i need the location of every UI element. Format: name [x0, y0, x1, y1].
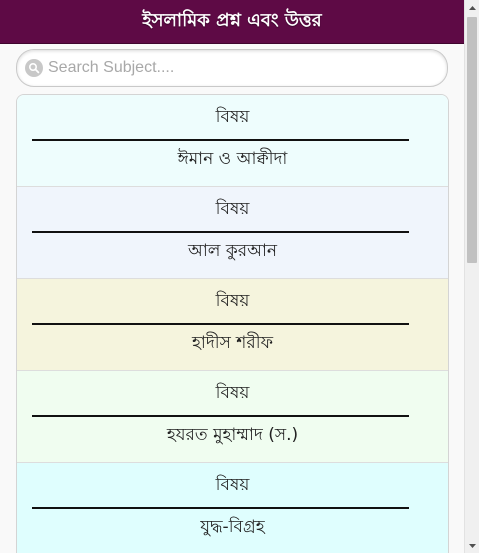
- app-root: ইসলামিক প্রশ্ন এবং উত্তর বিষয় ঈমান ও আক…: [0, 0, 479, 553]
- subject-card-4[interactable]: বিষয় হযরত মুহাম্মাদ (স.): [17, 371, 448, 463]
- subject-title: আল কুরআন: [187, 241, 278, 261]
- search-icon: [25, 59, 43, 77]
- subject-card-3[interactable]: বিষয় হাদীস শরীফ: [17, 279, 448, 371]
- subject-label: বিষয়: [215, 383, 250, 403]
- subject-list: বিষয় ঈমান ও আক্বীদা বিষয় আল কুরআন বিষয…: [16, 94, 449, 553]
- triangle-up-icon[interactable]: [465, 0, 479, 15]
- main-content: বিষয় ঈমান ও আক্বীদা বিষয় আল কুরআন বিষয…: [0, 44, 464, 553]
- search-bar[interactable]: [16, 49, 448, 87]
- subject-card-1[interactable]: বিষয় ঈমান ও আক্বীদা: [17, 95, 448, 187]
- subject-divider: [32, 231, 409, 233]
- scrollbar-thumb[interactable]: [467, 17, 477, 263]
- subject-card-2[interactable]: বিষয় আল কুরআন: [17, 187, 448, 279]
- subject-title: হাদীস শরীফ: [192, 333, 273, 353]
- subject-divider: [32, 415, 409, 417]
- subject-divider: [32, 507, 409, 509]
- subject-label: বিষয়: [215, 291, 250, 311]
- subject-title: ঈমান ও আক্বীদা: [177, 149, 288, 169]
- subject-label: বিষয়: [215, 475, 250, 495]
- header-title: ইসলামিক প্রশ্ন এবং উত্তর: [142, 10, 322, 31]
- vertical-scrollbar[interactable]: [464, 0, 479, 553]
- search-input[interactable]: [48, 53, 428, 83]
- app-header: ইসলামিক প্রশ্ন এবং উত্তর: [0, 0, 464, 44]
- subject-label: বিষয়: [215, 199, 250, 219]
- subject-label: বিষয়: [215, 107, 250, 127]
- subject-divider: [32, 323, 409, 325]
- triangle-down-icon[interactable]: [465, 538, 479, 553]
- subject-card-5[interactable]: বিষয় যুদ্ধ-বিগ্রহ: [17, 463, 448, 553]
- subject-title: হযরত মুহাম্মাদ (স.): [166, 425, 299, 445]
- subject-divider: [32, 139, 409, 141]
- subject-title: যুদ্ধ-বিগ্রহ: [200, 517, 265, 537]
